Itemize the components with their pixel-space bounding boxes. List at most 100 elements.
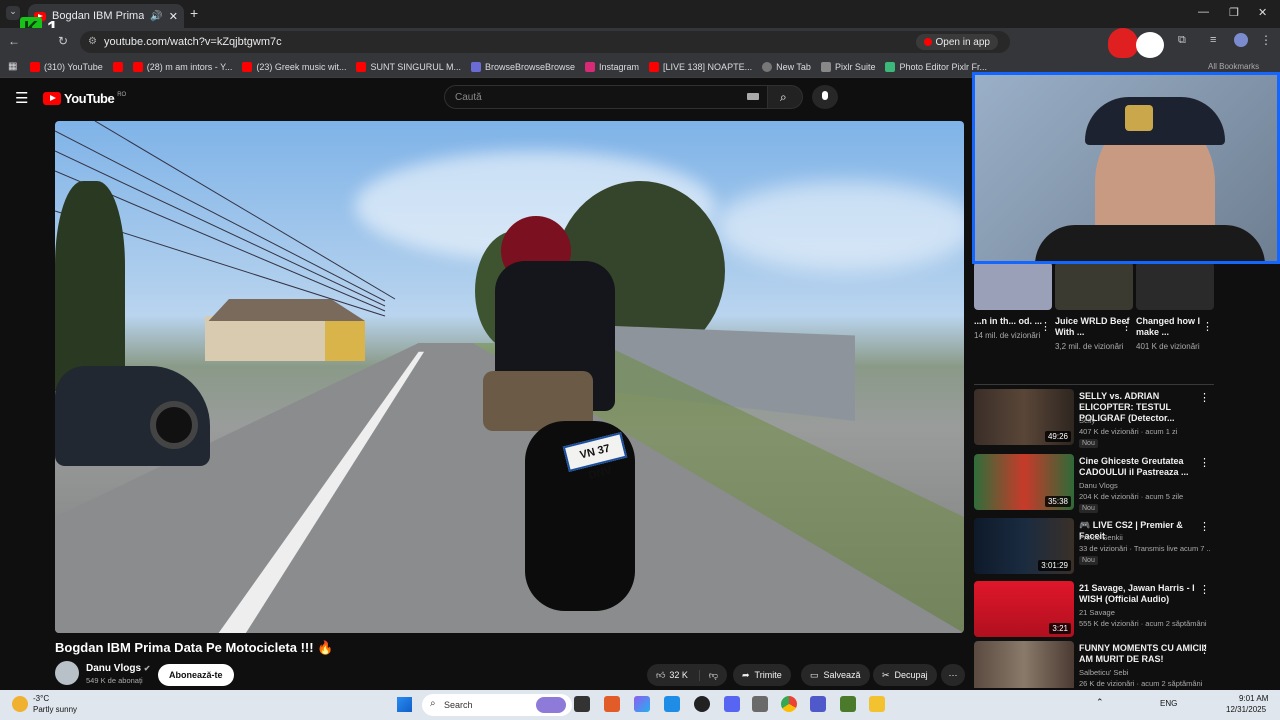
shelf-kebab-icon[interactable]: ⋮ [1121,320,1132,333]
bookmark-item[interactable]: Instagram [585,61,639,72]
copilot-icon[interactable] [634,696,650,712]
save-button[interactable]: ▭ Salvează [801,664,870,686]
vim-icon[interactable] [840,696,856,712]
more-options-icon[interactable]: ⋮ [1199,520,1210,533]
clip-button[interactable]: ✂ Decupaj [873,664,937,686]
profile-avatar[interactable] [1234,33,1248,47]
tab-strip: ⌄ Bogdan IBM Prima Data Pe 🔊 ✕ + — ❐ ✕ [0,0,1280,28]
subscribe-button[interactable]: Abonează-te [158,664,234,686]
weather-temp[interactable]: -3°C [33,694,49,703]
video-thumbnail: 49:26 [974,389,1074,445]
recommendation-item[interactable]: 3:01:29 🎮 LIVE CS2 | Premier & Faceit Pr… [974,518,1218,578]
recommendation-channel: Selly [1079,416,1096,425]
car-wheel [150,401,198,449]
address-bar[interactable]: ⚙ youtube.com/watch?v=kZqjbtgwm7c Open i… [80,31,1010,53]
apps-grid-icon[interactable]: ▦ [8,61,17,72]
task-view-icon[interactable] [574,696,590,712]
streamer-cap [1085,97,1225,145]
recommendation-item[interactable]: 35:38 Cine Ghiceste Greutatea CADOULUI i… [974,454,1218,514]
channel-name[interactable]: Danu Vlogs ✔ [86,663,151,674]
discord-icon[interactable] [724,696,740,712]
browse-bookmark-icon [470,61,481,72]
speaker-icon[interactable]: 🔊 [150,11,162,22]
all-bookmarks-label[interactable]: All Bookmarks [1208,62,1259,71]
windows-start-icon[interactable] [397,697,412,712]
new-badge: Nou [1079,439,1098,448]
extensions-icon[interactable]: ⧉ [1178,34,1186,47]
recommendation-title: 21 Savage, Jawan Harris - I WISH (Offici… [1079,583,1195,604]
browser-menu-icon[interactable]: ⋮ [1260,33,1272,47]
tab-list-button[interactable]: ⌄ [6,6,20,20]
keyboard-icon[interactable] [747,93,759,100]
recommendation-item[interactable]: 49:26 SELLY vs. ADRIAN ELICOPTER: TESTUL… [974,389,1218,449]
subscriber-count: 549 K de abonați [86,676,143,685]
more-options-icon[interactable]: ⋮ [1199,583,1210,596]
globe-icon [762,61,773,72]
voice-search-button[interactable] [812,85,838,109]
bookmark-item[interactable]: [LIVE 138] NOAPTE... [649,61,752,72]
media-control-icon[interactable]: ≡ [1210,34,1216,46]
youtube-bookmark-icon [30,61,40,72]
close-window-icon[interactable]: ✕ [1258,6,1267,19]
close-tab-icon[interactable]: ✕ [169,10,178,23]
minimize-icon[interactable]: — [1198,6,1209,18]
bookmark-item[interactable]: SUNT SINGURUL M... [356,61,461,72]
bookmark-item[interactable]: BrowseBrowseBrowse [470,61,575,72]
channel-avatar[interactable] [55,661,79,685]
thumbs-up-icon: 👍︎ [656,669,666,680]
taskbar-search[interactable]: ⌕ Search [422,694,572,716]
back-icon[interactable]: ← [8,34,20,48]
search-icon: ⌕ [430,698,436,709]
more-options-icon[interactable]: ⋮ [1199,643,1210,656]
teams-icon[interactable] [810,696,826,712]
site-info-icon[interactable]: ⚙ [88,36,97,47]
calculator-icon[interactable] [752,696,768,712]
like-button[interactable]: 👍︎ 32 K [656,670,688,681]
new-tab-icon[interactable]: + [190,5,198,21]
recommendation-item[interactable]: 3:21 21 Savage, Jawan Harris - I WISH (O… [974,581,1218,641]
file-explorer-icon[interactable] [869,696,885,712]
shelf-item[interactable]: Changed how I make ... 401 K de vizionăr… [1136,262,1214,351]
chrome-icon[interactable] [781,696,797,712]
reload-icon[interactable]: ↻ [58,34,68,48]
bookmark-item[interactable]: (28) m am intors - Y... [132,61,232,72]
open-in-app-button[interactable]: Open in app [915,34,998,50]
clock-date[interactable]: 12/31/2025 [1226,705,1266,714]
bookmark-item[interactable]: Pixlr Suite [820,61,875,72]
youtube-logo[interactable]: YouTube RO [43,91,126,106]
tray-chevron-icon[interactable]: ⌃ [1096,697,1104,708]
bookmark-item[interactable] [112,61,123,72]
bookmark-item[interactable]: New Tab [762,61,811,72]
recommendation-item[interactable]: FUNNY MOMENTS CU AMICII! AM MURIT DE RAS… [974,641,1218,688]
shelf-item[interactable]: Juice WRLD Beef With ... 3,2 mil. de viz… [1055,262,1133,351]
shelf-kebab-icon[interactable]: ⋮ [1202,320,1213,333]
obs-icon[interactable] [694,696,710,712]
recommendation-meta: 26 K de vizionări · acum 2 săptămâni [1079,679,1203,688]
more-options-icon[interactable]: ⋮ [1199,391,1210,404]
pixlr-editor-icon [885,61,896,72]
bookmark-item[interactable]: (23) Greek music wit... [242,61,346,72]
weather-condition[interactable]: Partly sunny [33,705,77,714]
brave-icon[interactable] [604,696,620,712]
language-indicator[interactable]: ENG [1160,699,1177,708]
bookmark-item[interactable]: (310) YouTube [30,61,103,72]
share-icon: ➦ [742,669,750,680]
maximize-icon[interactable]: ❐ [1229,6,1239,19]
share-button[interactable]: ➦ Trimite [733,664,791,686]
bookmark-item[interactable]: Photo Editor Pixlr Fr... [885,61,987,72]
video-player[interactable]: VN 37 DNV [55,121,964,633]
search-input[interactable]: Caută [444,85,768,109]
youtube-logo-icon [43,92,61,105]
photos-icon[interactable] [664,696,680,712]
streamer-shirt [1035,225,1265,261]
recommendation-meta: 555 K de vizionări · acum 2 săptămâni [1079,619,1207,628]
microphone-icon [822,91,828,100]
video-thumbnail [974,641,1074,688]
more-options-icon[interactable]: ⋮ [1199,456,1210,469]
clock-time[interactable]: 9:01 AM [1239,694,1268,703]
shelf-kebab-icon[interactable]: ⋮ [1040,320,1051,333]
hamburger-menu-icon[interactable]: ☰ [15,89,28,107]
more-actions-button[interactable]: ⋯ [941,664,965,686]
search-button[interactable]: ⌕ [767,85,803,109]
dislike-button[interactable]: 👎︎ [698,669,727,681]
